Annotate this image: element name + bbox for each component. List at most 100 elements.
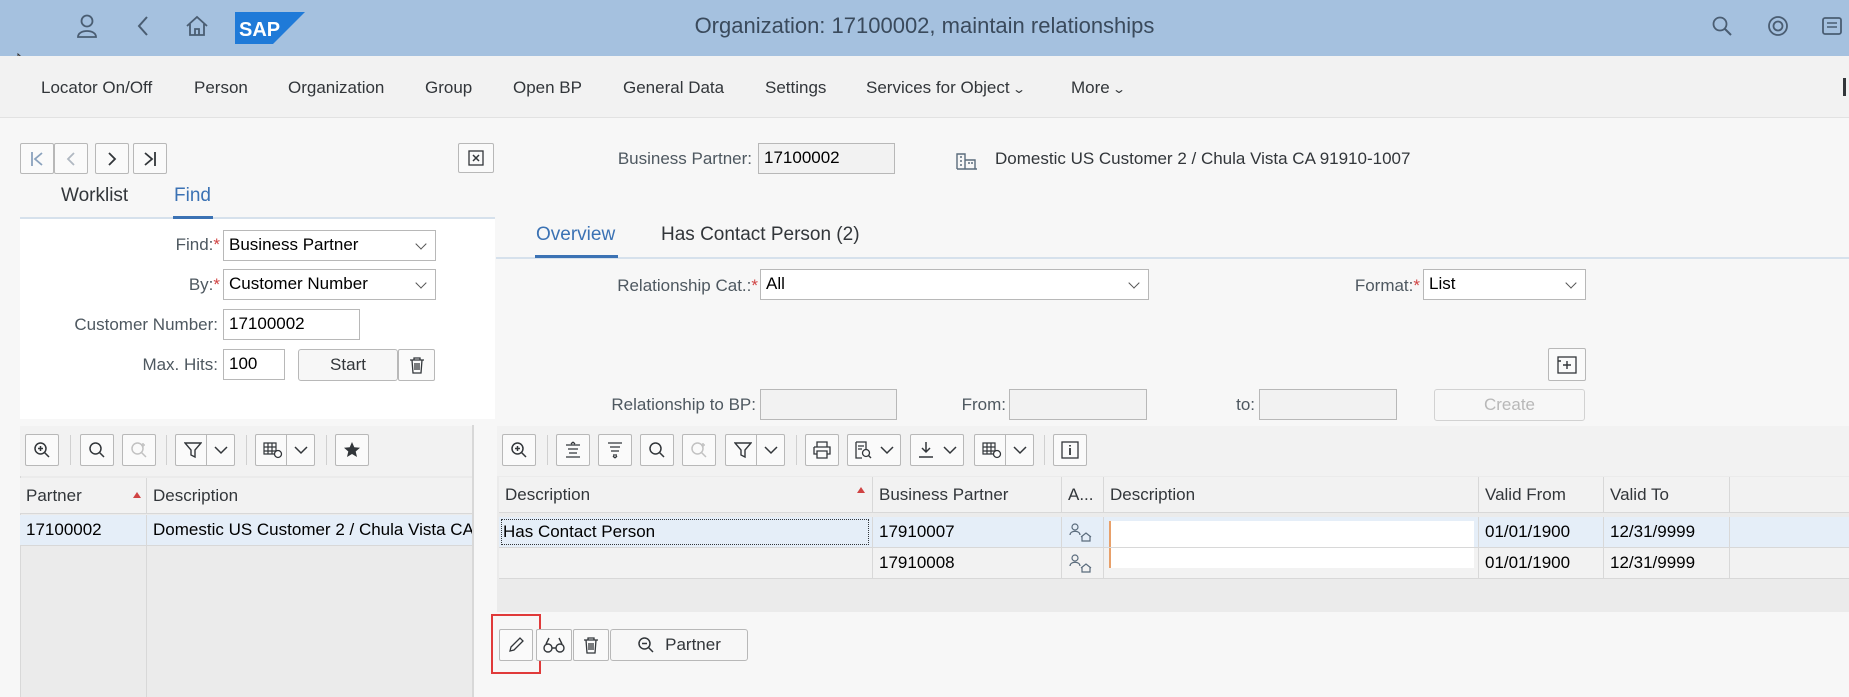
table-row[interactable]: 17910008 01/01/1900 12/31/9999: [499, 548, 1849, 579]
menu-group[interactable]: Group: [425, 78, 472, 98]
relationship-category-select[interactable]: All: [760, 269, 1149, 300]
menu-overflow-marker: [1843, 78, 1846, 96]
relationship-description-cell[interactable]: Has Contact Person: [499, 517, 873, 547]
menu-general-data[interactable]: General Data: [623, 78, 724, 98]
menu-person[interactable]: Person: [194, 78, 248, 98]
column-header-partner-description[interactable]: Description: [1104, 477, 1479, 513]
menu-icon[interactable]: [1818, 12, 1846, 40]
table-row[interactable]: Has Contact Person 17910007 01/01/1900 1…: [499, 517, 1849, 548]
chevron-down-icon: ⌄: [1011, 82, 1026, 96]
active-content-tab-indicator: [535, 255, 618, 258]
valid-from-cell: 01/01/1900: [1479, 517, 1604, 547]
sort-ascending-icon: [133, 492, 141, 498]
pane-splitter[interactable]: [472, 425, 474, 697]
sort-ascending-icon: [857, 487, 865, 493]
menu-services-for-object[interactable]: Services for Object ⌄: [866, 78, 1026, 98]
menu-open-bp[interactable]: Open BP: [513, 78, 582, 98]
column-header-business-partner[interactable]: Business Partner: [873, 477, 1062, 513]
layout-button[interactable]: [974, 434, 1034, 466]
find-label: Find:*: [175, 235, 220, 254]
partner-description-cell: [1104, 517, 1479, 547]
column-header-valid-to[interactable]: Valid To: [1604, 477, 1730, 513]
highlight-box: [491, 614, 541, 674]
from-date-input[interactable]: [1009, 389, 1147, 420]
max-hits-input[interactable]: 100: [223, 349, 285, 380]
filter-dropdown-divider: [756, 435, 757, 465]
filter-button[interactable]: [725, 434, 785, 466]
format-select[interactable]: List: [1423, 269, 1586, 300]
partner-description-cell: [1104, 548, 1479, 578]
start-button[interactable]: Start: [298, 349, 398, 381]
next-page-button[interactable]: [95, 143, 129, 174]
find-select[interactable]: Business Partner: [223, 230, 436, 261]
bp-number-field: 17100002: [758, 143, 895, 174]
column-header-description[interactable]: Description: [499, 477, 873, 513]
relationship-to-bp-input[interactable]: [760, 389, 897, 420]
last-page-button[interactable]: [133, 143, 167, 174]
find-button[interactable]: [80, 434, 114, 466]
search-icon[interactable]: [1708, 12, 1736, 40]
page-title: Organization: 17100002, maintain relatio…: [694, 13, 1155, 38]
column-header-address[interactable]: A...: [1062, 477, 1104, 513]
sort-ascending-button[interactable]: [556, 434, 590, 466]
favorites-button[interactable]: [335, 434, 369, 466]
clear-search-button[interactable]: [398, 349, 435, 381]
previous-page-button[interactable]: [54, 143, 88, 174]
bp-header-label: Business Partner:: [617, 149, 752, 168]
menu-locator-toggle[interactable]: Locator On/Off: [41, 78, 152, 98]
contact-address-icon[interactable]: [1068, 522, 1092, 542]
tab-has-contact-person[interactable]: Has Contact Person (2): [661, 224, 860, 246]
zoom-details-button[interactable]: [25, 434, 59, 466]
filter-dropdown-divider: [206, 435, 207, 465]
relationship-description-cell[interactable]: [499, 548, 873, 578]
valid-from-cell: 01/01/1900: [1479, 548, 1604, 578]
toolbar-separator: [547, 435, 548, 465]
delete-button[interactable]: [573, 629, 609, 661]
to-date-input[interactable]: [1259, 389, 1397, 420]
column-header-description[interactable]: Description: [147, 478, 473, 514]
close-locator-button[interactable]: [458, 143, 494, 173]
chevron-down-icon: [214, 446, 228, 455]
by-label: By:*: [188, 275, 220, 294]
sort-descending-button[interactable]: [598, 434, 632, 466]
zoom-details-button[interactable]: [502, 434, 536, 466]
chevron-down-icon: [1013, 446, 1027, 455]
menu-settings[interactable]: Settings: [765, 78, 826, 98]
first-page-button[interactable]: [20, 143, 54, 174]
customer-number-label: Customer Number:: [74, 315, 218, 334]
tab-worklist[interactable]: Worklist: [61, 185, 128, 207]
layout-button[interactable]: [255, 434, 315, 466]
shell-bar: SAP Organization: 17100002, maintain rel…: [0, 0, 1849, 56]
address-cell[interactable]: [1062, 548, 1104, 578]
find-next-button[interactable]: [122, 434, 156, 466]
by-select[interactable]: Customer Number: [223, 269, 436, 300]
menu-organization[interactable]: Organization: [288, 78, 384, 98]
filter-button[interactable]: [175, 434, 235, 466]
column-header-partner[interactable]: Partner: [20, 478, 147, 514]
toolbar-separator: [70, 435, 71, 465]
info-button[interactable]: [1053, 434, 1087, 466]
create-button[interactable]: Create: [1434, 389, 1585, 421]
find-button[interactable]: [640, 434, 674, 466]
contact-address-icon[interactable]: [1068, 553, 1092, 573]
tab-find[interactable]: Find: [174, 185, 211, 207]
menu-more[interactable]: More ⌄: [1071, 78, 1126, 98]
export-button[interactable]: [910, 434, 964, 466]
column-header-valid-from[interactable]: Valid From: [1479, 477, 1604, 513]
create-entry-button[interactable]: [1548, 348, 1586, 381]
print-button[interactable]: [805, 434, 839, 466]
address-cell[interactable]: [1062, 517, 1104, 547]
customer-number-input[interactable]: 17100002: [223, 309, 360, 340]
tab-overview[interactable]: Overview: [536, 224, 615, 246]
partner-cell: 17100002: [20, 515, 147, 545]
locator-row[interactable]: 17100002 Domestic US Customer 2 / Chula …: [20, 515, 473, 546]
description-cell: Domestic US Customer 2 / Chula Vista CA …: [153, 520, 473, 539]
menu-services-label: Services for Object: [866, 78, 1010, 97]
chevron-down-icon: [880, 446, 894, 455]
copilot-icon[interactable]: [1764, 12, 1792, 40]
display-button[interactable]: [536, 629, 572, 661]
partner-button[interactable]: Partner: [610, 629, 748, 661]
find-next-button[interactable]: [682, 434, 716, 466]
print-preview-button[interactable]: [847, 434, 901, 466]
chevron-down-icon: [943, 446, 957, 455]
